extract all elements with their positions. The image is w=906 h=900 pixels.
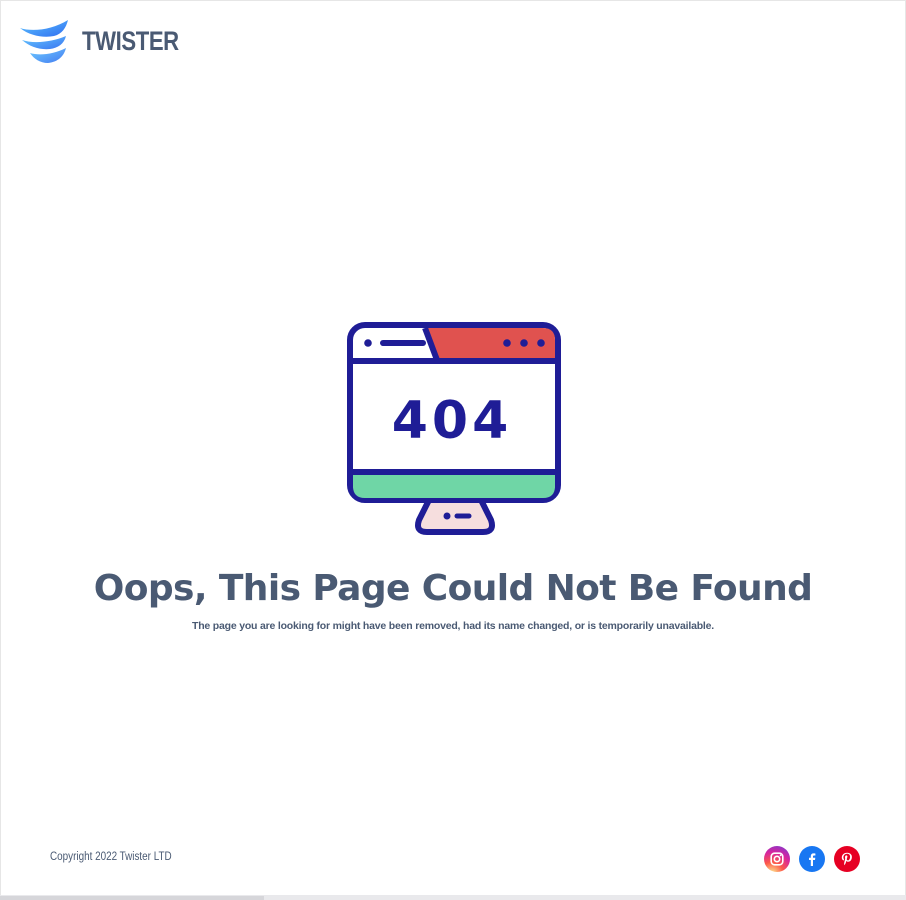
horizontal-scrollbar-thumb[interactable] (0, 896, 264, 900)
monitor-404-illustration: 404 (345, 320, 565, 540)
instagram-icon (770, 852, 784, 866)
error-message: The page you are looking for might have … (191, 620, 715, 632)
copyright-text: Copyright 2022 Twister LTD (50, 851, 172, 863)
instagram-link[interactable] (764, 846, 790, 872)
page-title: Oops, This Page Could Not Be Found (93, 568, 813, 609)
monitor-404-icon: 404 (347, 322, 561, 535)
twister-swirl-icon (20, 20, 68, 63)
brand-name: TWISTER (82, 25, 179, 56)
pinterest-link[interactable] (834, 846, 860, 872)
facebook-link[interactable] (799, 846, 825, 872)
brand-logo-link[interactable]: TWISTER (18, 18, 200, 64)
social-links (764, 846, 860, 872)
facebook-icon (809, 853, 816, 866)
pinterest-icon (841, 852, 852, 866)
error-code-text: 404 (392, 391, 513, 451)
